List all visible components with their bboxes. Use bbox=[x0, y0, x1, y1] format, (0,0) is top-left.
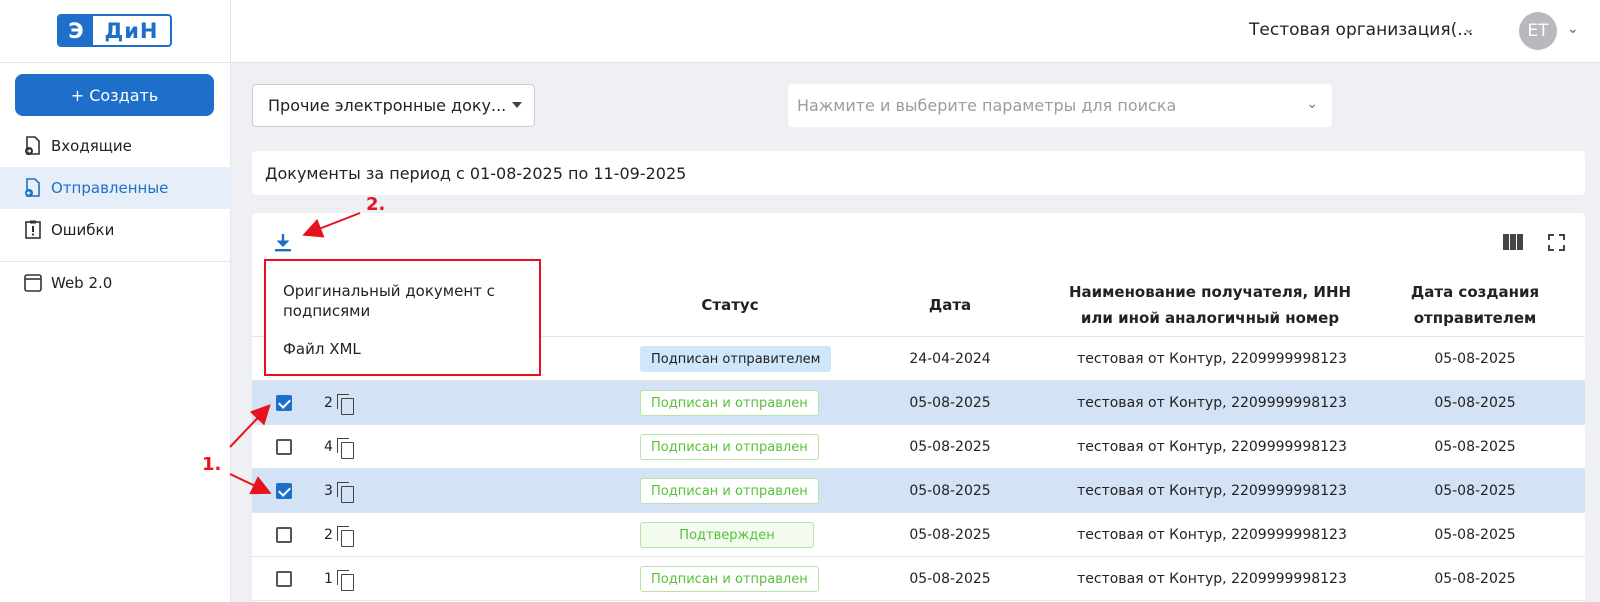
avatar[interactable]: ET bbox=[1519, 12, 1557, 50]
incoming-doc-icon bbox=[24, 136, 42, 156]
period-text: Документы за период с 01-08-2025 по 11-0… bbox=[265, 163, 687, 183]
status-badge: Подписан и отправлен bbox=[640, 434, 819, 460]
status-badge: Подписан отправителем bbox=[640, 346, 832, 372]
table-row[interactable]: 1 Подписан и отправлен 05-08-2025 тестов… bbox=[252, 557, 1585, 601]
recipient-cell: тестовая от Контур, 2209999998123 bbox=[1077, 351, 1347, 367]
columns-icon[interactable] bbox=[1503, 234, 1523, 250]
column-header-created[interactable]: Дата создания отправителем bbox=[1400, 279, 1550, 331]
created-cell: 05-08-2025 bbox=[1434, 571, 1516, 587]
created-cell: 05-08-2025 bbox=[1434, 527, 1516, 543]
created-cell: 05-08-2025 bbox=[1434, 351, 1516, 367]
sidebar: + Создать Входящие Отправленные Ошибки W… bbox=[0, 63, 231, 602]
created-cell: 05-08-2025 bbox=[1434, 395, 1516, 411]
caret-down-icon bbox=[512, 102, 522, 108]
menu-item-xml-file[interactable]: Файл XML bbox=[283, 339, 361, 359]
logo-right: ДиН bbox=[104, 18, 159, 43]
row-number: 1 bbox=[324, 557, 354, 601]
logo-left: Э bbox=[59, 16, 93, 45]
row-number: 2 bbox=[324, 513, 354, 557]
table-row[interactable]: 3 Подписан и отправлен 05-08-2025 тестов… bbox=[252, 469, 1585, 513]
edin-logo[interactable]: Э ДиН bbox=[57, 14, 172, 47]
column-header-recipient[interactable]: Наименование получателя, ИНН или иной ан… bbox=[1060, 279, 1360, 331]
sidebar-item-web20[interactable]: Web 2.0 bbox=[0, 262, 231, 304]
sidebar-item-label: Отправленные bbox=[51, 179, 169, 197]
top-header: Э ДиН Тестовая организация(... ⌄ ET ⌄ bbox=[0, 0, 1600, 63]
fullscreen-icon[interactable] bbox=[1548, 234, 1565, 251]
row-checkbox[interactable] bbox=[276, 395, 292, 411]
sidebar-item-sent[interactable]: Отправленные bbox=[0, 167, 231, 209]
create-button[interactable]: + Создать bbox=[15, 74, 214, 116]
chevron-down-icon: ⌄ bbox=[1306, 96, 1318, 112]
organization-selector[interactable]: Тестовая организация(... bbox=[1249, 20, 1473, 40]
row-checkbox[interactable] bbox=[276, 527, 292, 543]
copy-icon[interactable] bbox=[336, 393, 354, 415]
table-row[interactable]: 4 Подписан и отправлен 05-08-2025 тестов… bbox=[252, 425, 1585, 469]
document-type-select[interactable]: Прочие электронные доку... bbox=[252, 84, 535, 127]
period-banner: Документы за период с 01-08-2025 по 11-0… bbox=[252, 151, 1585, 195]
row-checkbox[interactable] bbox=[276, 439, 292, 455]
row-number: 4 bbox=[324, 425, 354, 469]
chevron-down-icon[interactable]: ⌄ bbox=[1567, 21, 1579, 37]
annotation-label-2: 2. bbox=[366, 194, 386, 215]
error-doc-icon bbox=[24, 220, 42, 240]
logo-area: Э ДиН bbox=[0, 0, 231, 63]
annotation-label-1: 1. bbox=[202, 454, 222, 475]
date-cell: 24-04-2024 bbox=[909, 351, 991, 367]
date-cell: 05-08-2025 bbox=[909, 439, 991, 455]
sidebar-item-label: Ошибки bbox=[51, 221, 115, 239]
document-type-value: Прочие электронные доку... bbox=[268, 96, 507, 115]
download-icon[interactable] bbox=[274, 233, 292, 253]
column-header-status[interactable]: Статус bbox=[640, 292, 820, 318]
recipient-cell: тестовая от Контур, 2209999998123 bbox=[1077, 483, 1347, 499]
recipient-cell: тестовая от Контур, 2209999998123 bbox=[1077, 439, 1347, 455]
sidebar-item-label: Входящие bbox=[51, 137, 132, 155]
row-checkbox[interactable] bbox=[276, 483, 292, 499]
sent-doc-icon bbox=[24, 178, 42, 198]
chevron-down-icon[interactable]: ⌄ bbox=[1463, 21, 1475, 37]
copy-icon[interactable] bbox=[336, 525, 354, 547]
date-cell: 05-08-2025 bbox=[909, 395, 991, 411]
copy-icon[interactable] bbox=[336, 569, 354, 591]
status-badge: Подтвержден bbox=[640, 522, 814, 548]
row-number: 2 bbox=[324, 381, 354, 425]
column-header-date[interactable]: Дата bbox=[880, 292, 1020, 318]
copy-icon[interactable] bbox=[336, 481, 354, 503]
sidebar-item-incoming[interactable]: Входящие bbox=[0, 125, 231, 167]
recipient-cell: тестовая от Контур, 2209999998123 bbox=[1077, 571, 1347, 587]
row-checkbox[interactable] bbox=[276, 571, 292, 587]
status-badge: Подписан и отправлен bbox=[640, 478, 819, 504]
sidebar-item-label: Web 2.0 bbox=[51, 274, 113, 292]
created-cell: 05-08-2025 bbox=[1434, 439, 1516, 455]
download-menu: Оригинальный документ с подписями Файл X… bbox=[264, 259, 541, 376]
search-params-input[interactable]: Нажмите и выберите параметры для поиска … bbox=[788, 84, 1332, 127]
recipient-cell: тестовая от Контур, 2209999998123 bbox=[1077, 527, 1347, 543]
row-number: 3 bbox=[324, 469, 354, 513]
table-row[interactable]: 2 Подтвержден 05-08-2025 тестовая от Кон… bbox=[252, 513, 1585, 557]
date-cell: 05-08-2025 bbox=[909, 483, 991, 499]
table-row[interactable]: 2 Подписан и отправлен 05-08-2025 тестов… bbox=[252, 381, 1585, 425]
sidebar-item-errors[interactable]: Ошибки bbox=[0, 209, 231, 251]
status-badge: Подписан и отправлен bbox=[640, 390, 819, 416]
copy-icon[interactable] bbox=[336, 437, 354, 459]
created-cell: 05-08-2025 bbox=[1434, 483, 1516, 499]
search-placeholder: Нажмите и выберите параметры для поиска bbox=[797, 96, 1177, 115]
recipient-cell: тестовая от Контур, 2209999998123 bbox=[1077, 395, 1347, 411]
status-badge: Подписан и отправлен bbox=[640, 566, 819, 592]
window-icon bbox=[24, 273, 42, 293]
menu-item-original-signed[interactable]: Оригинальный документ с подписями bbox=[283, 281, 513, 321]
date-cell: 05-08-2025 bbox=[909, 571, 991, 587]
date-cell: 05-08-2025 bbox=[909, 527, 991, 543]
